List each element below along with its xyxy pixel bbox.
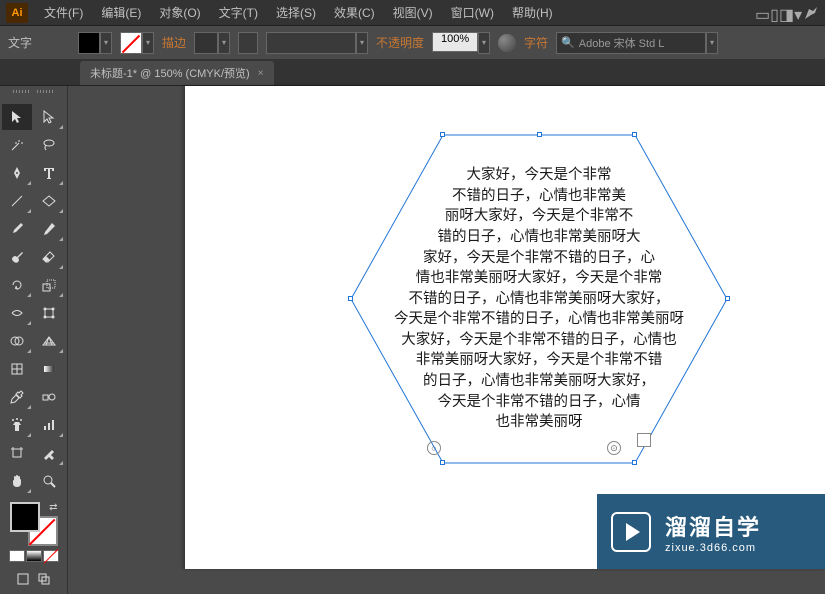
pen-tool[interactable] [2, 160, 32, 186]
selection-handle[interactable] [632, 132, 637, 137]
type-tool[interactable] [34, 160, 64, 186]
hand-tool[interactable] [2, 468, 32, 494]
menu-effect[interactable]: 效果(C) [326, 2, 383, 23]
font-dropdown[interactable]: ▾ [706, 32, 718, 54]
tool-label: 文字 [8, 34, 32, 51]
menu-type[interactable]: 文字(T) [211, 2, 266, 23]
draw-normal-button[interactable] [13, 570, 33, 588]
free-transform-tool[interactable] [34, 300, 64, 326]
pencil-tool[interactable] [34, 216, 64, 242]
scale-tool[interactable] [34, 272, 64, 298]
menu-object[interactable]: 对象(O) [151, 2, 208, 23]
text-hexagon-object[interactable]: 大家好，今天是个非常 不错的日子，心情也非常美 丽呀大家好，今天是个非常不 错的… [347, 131, 731, 467]
selection-handle[interactable] [348, 296, 353, 301]
opacity-label[interactable]: 不透明度 [376, 34, 424, 51]
blob-brush-tool[interactable] [2, 244, 32, 270]
menu-window[interactable]: 窗口(W) [443, 2, 502, 23]
menu-select[interactable]: 选择(S) [268, 2, 324, 23]
selection-handle[interactable] [440, 460, 445, 465]
opacity-dropdown[interactable]: ▾ [478, 32, 490, 54]
tab-bar: 未标题-1* @ 150% (CMYK/预览) × [0, 60, 825, 86]
menu-bar: Ai 文件(F) 编辑(E) 对象(O) 文字(T) 选择(S) 效果(C) 视… [0, 0, 825, 26]
selection-handle[interactable] [537, 132, 542, 137]
watermark-title: 溜溜自学 [665, 510, 761, 542]
selection-handle[interactable] [440, 132, 445, 137]
color-picker: ⇄ [2, 500, 65, 590]
char-label[interactable]: 字符 [524, 34, 548, 51]
brush-dropdown[interactable]: ▾ [356, 32, 368, 54]
line-tool[interactable] [2, 188, 32, 214]
stroke-dropdown[interactable]: ▾ [142, 32, 154, 54]
menu-help[interactable]: 帮助(H) [504, 2, 561, 23]
artboard-tool[interactable] [2, 440, 32, 466]
globe-icon[interactable] [498, 34, 516, 52]
watermark-url: zixue.3d66.com [665, 542, 761, 554]
font-name: Adobe 宋体 Std L [579, 35, 665, 51]
arrange-icon[interactable]: ◨▾ [779, 5, 795, 21]
direct-selection-tool[interactable] [34, 104, 64, 130]
text-out-port[interactable] [637, 433, 651, 447]
blend-tool[interactable] [34, 384, 64, 410]
fill-swatch[interactable] [78, 32, 100, 54]
draw-behind-button[interactable] [34, 570, 54, 588]
stroke-label[interactable]: 描边 [162, 34, 186, 51]
artboard[interactable]: 大家好，今天是个非常 不错的日子，心情也非常美 丽呀大家好，今天是个非常不 错的… [185, 86, 825, 569]
slice-tool[interactable] [34, 440, 64, 466]
watermark-play-icon [611, 512, 651, 552]
width-tool[interactable] [2, 300, 32, 326]
graph-tool[interactable] [34, 412, 64, 438]
layout-icon[interactable]: ▭▯ [755, 5, 771, 21]
quill-icon[interactable] [803, 5, 819, 21]
toolbox: ⇄ [0, 86, 68, 594]
selection-tool[interactable] [2, 104, 32, 130]
stroke-weight-input[interactable] [194, 32, 218, 54]
hexagon-text-content[interactable]: 大家好，今天是个非常 不错的日子，心情也非常美 丽呀大家好，今天是个非常不 错的… [359, 141, 719, 457]
shape-builder-tool[interactable] [2, 328, 32, 354]
stroke-weight-dropdown[interactable]: ▾ [218, 32, 230, 54]
stroke-style-button[interactable] [238, 32, 258, 54]
eraser-tool[interactable] [34, 244, 64, 270]
app-logo: Ai [6, 3, 28, 23]
selection-handle[interactable] [632, 460, 637, 465]
fill-color-swatch[interactable] [10, 502, 40, 532]
symbol-sprayer-tool[interactable] [2, 412, 32, 438]
fill-dropdown[interactable]: ▾ [100, 32, 112, 54]
stroke-swatch[interactable] [120, 32, 142, 54]
none-color-button[interactable] [43, 550, 59, 562]
gradient-button[interactable] [26, 550, 42, 562]
menu-file[interactable]: 文件(F) [36, 2, 91, 23]
text-in-port[interactable]: ○ [427, 441, 441, 455]
opacity-input[interactable]: 100% [432, 32, 478, 52]
toolbox-grip[interactable] [2, 90, 65, 100]
swap-colors-icon[interactable]: ⇄ [49, 502, 57, 513]
perspective-tool[interactable] [34, 328, 64, 354]
rectangle-tool[interactable] [34, 188, 64, 214]
watermark: 溜溜自学 zixue.3d66.com [597, 494, 825, 569]
solid-color-button[interactable] [9, 550, 25, 562]
mesh-tool[interactable] [2, 356, 32, 382]
rotate-tool[interactable] [2, 272, 32, 298]
menu-edit[interactable]: 编辑(E) [93, 2, 149, 23]
brush-tool[interactable] [2, 216, 32, 242]
menu-view[interactable]: 视图(V) [385, 2, 441, 23]
selection-handle[interactable] [725, 296, 730, 301]
gradient-tool[interactable] [34, 356, 64, 382]
magic-wand-tool[interactable] [2, 132, 32, 158]
tab-close-button[interactable]: × [258, 68, 264, 79]
document-tab[interactable]: 未标题-1* @ 150% (CMYK/预览) × [80, 61, 274, 85]
text-thread-port[interactable]: ⊙ [607, 441, 621, 455]
brush-preset[interactable] [266, 32, 356, 54]
font-input[interactable]: 🔍 Adobe 宋体 Std L [556, 32, 706, 54]
options-bar: 文字 ▾ ▾ 描边 ▾ ▾ 不透明度 100% ▾ 字符 🔍 Adobe 宋体 … [0, 26, 825, 60]
canvas-area[interactable]: 大家好，今天是个非常 不错的日子，心情也非常美 丽呀大家好，今天是个非常不 错的… [70, 86, 825, 569]
zoom-tool[interactable] [34, 468, 64, 494]
lasso-tool[interactable] [34, 132, 64, 158]
eyedropper-tool[interactable] [2, 384, 32, 410]
tab-title: 未标题-1* @ 150% (CMYK/预览) [90, 65, 250, 81]
